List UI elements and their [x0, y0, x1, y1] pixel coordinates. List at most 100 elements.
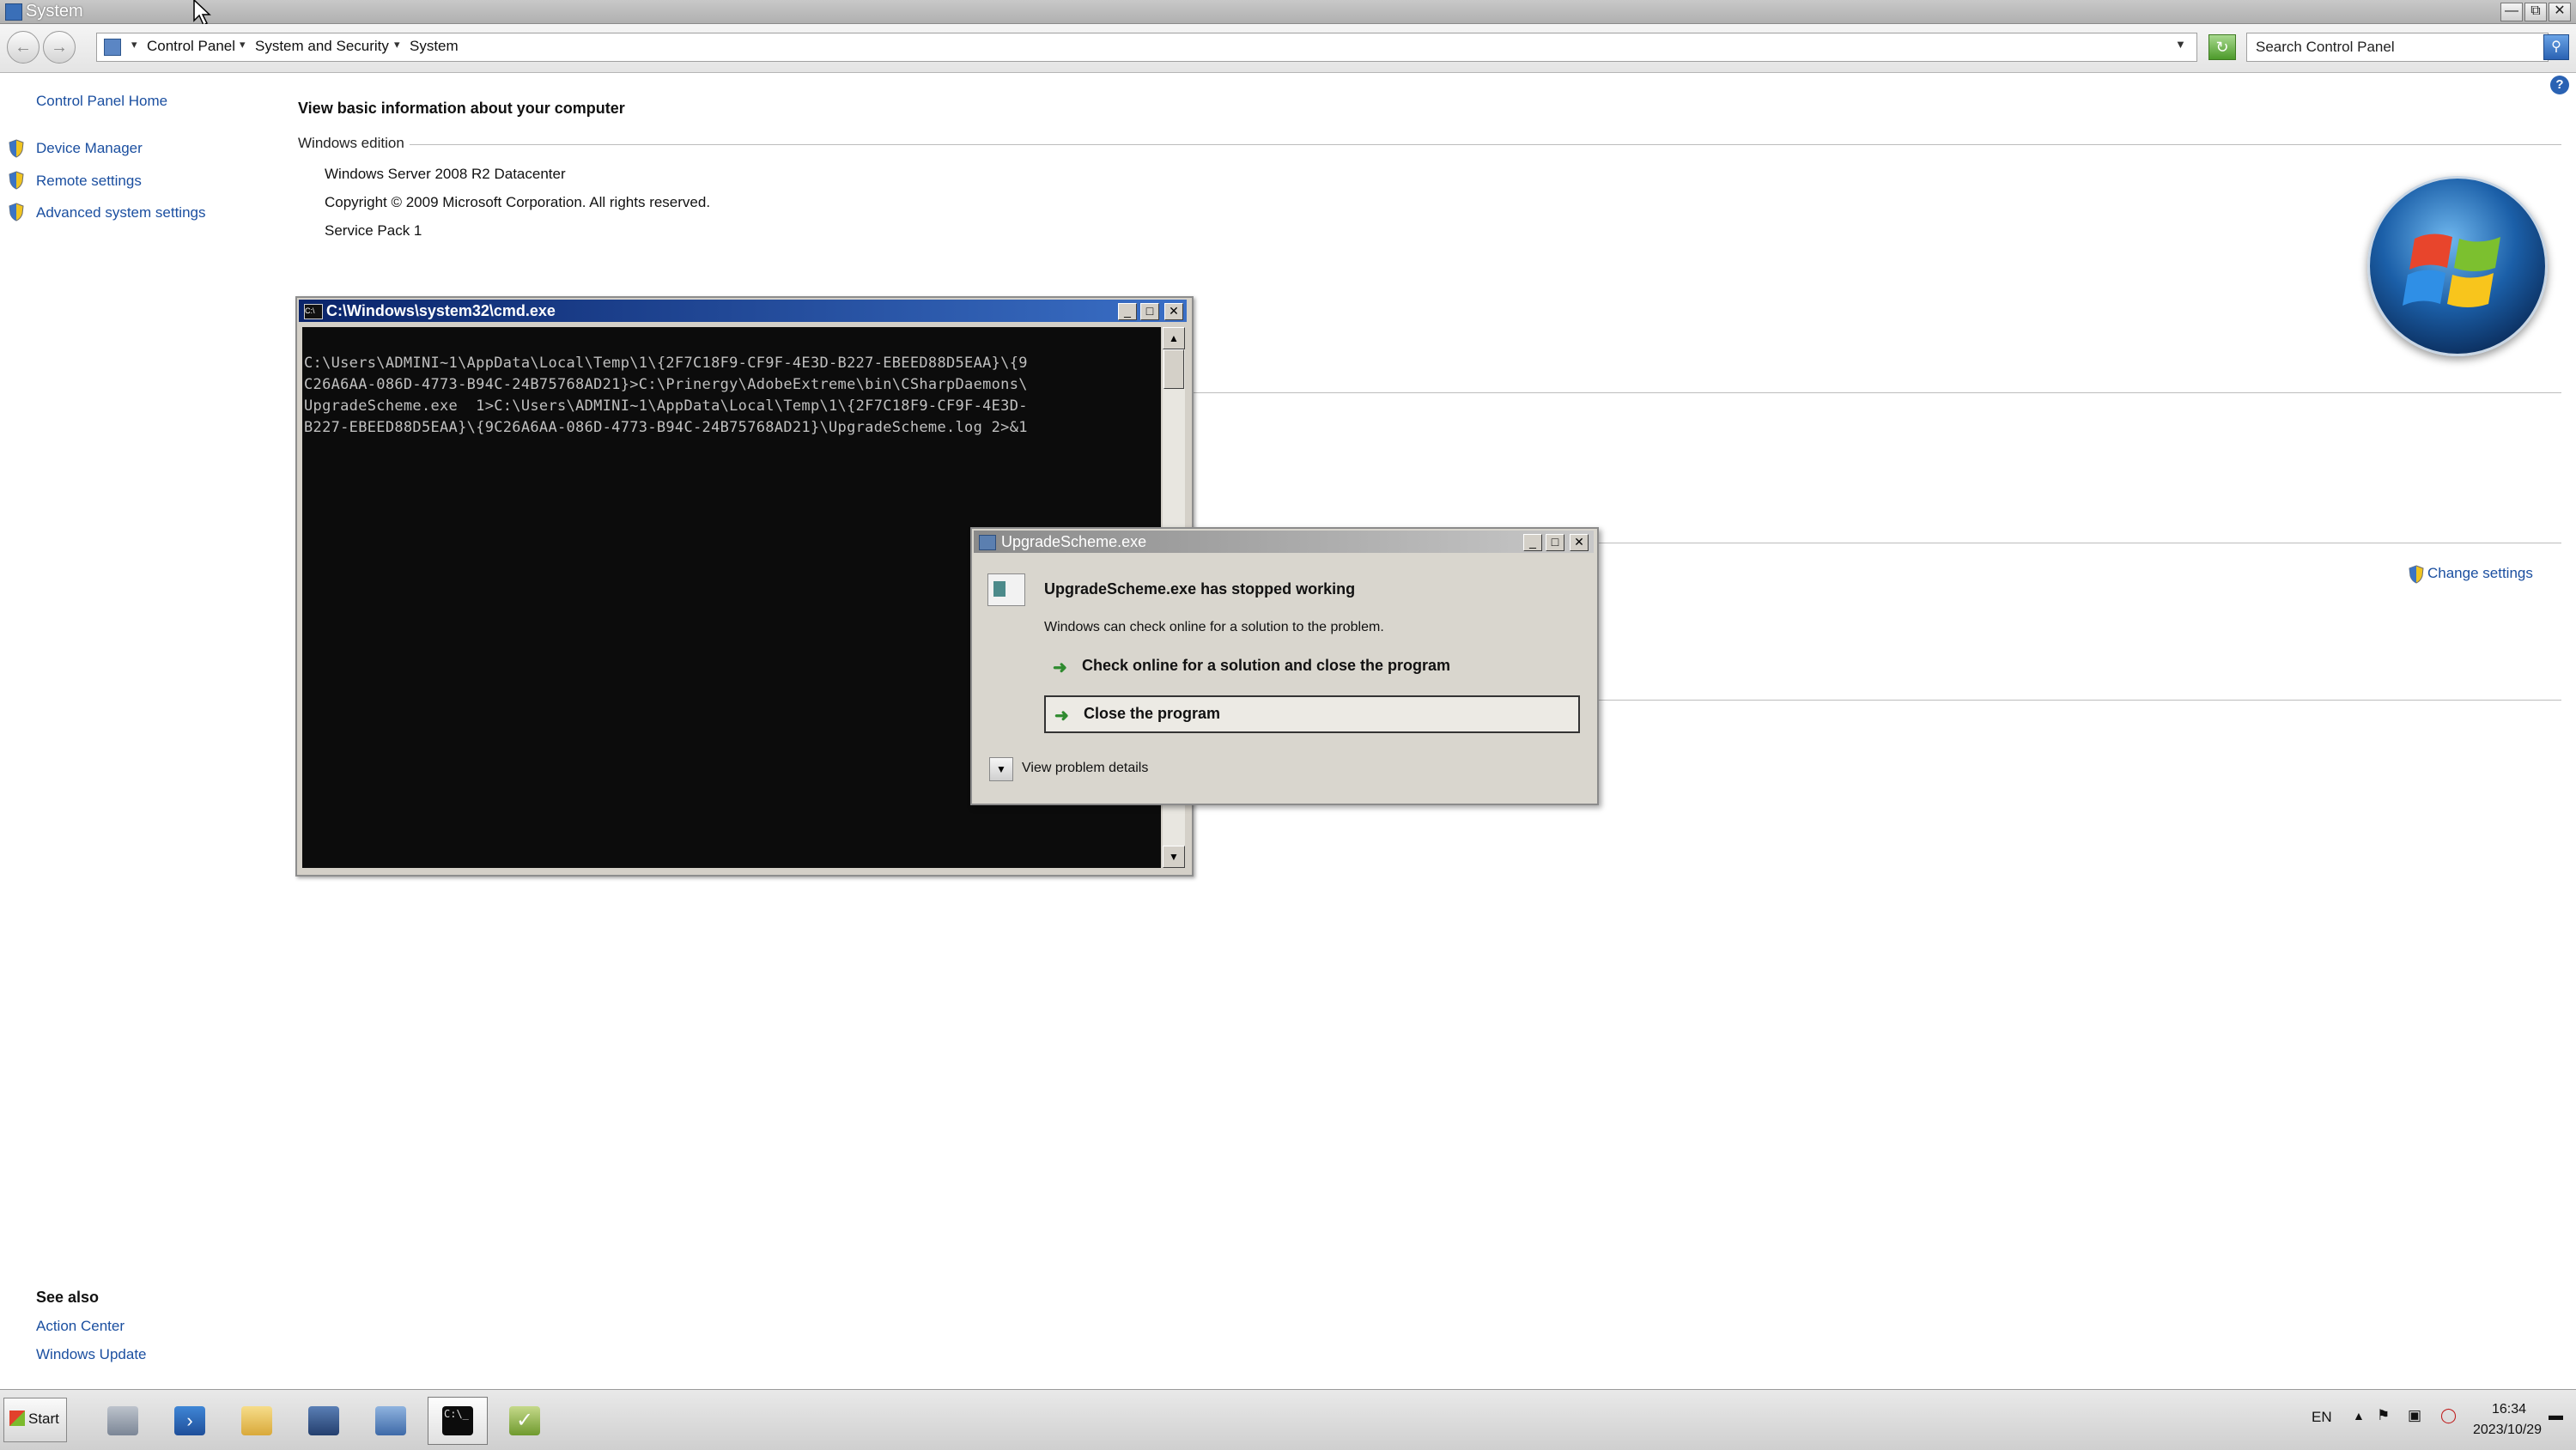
page-title: View basic information about your comput… [298, 100, 625, 117]
close-program-label: Close the program [1084, 705, 1221, 722]
setup-check-icon: ✓ [509, 1406, 540, 1435]
shield-icon [9, 203, 24, 221]
cmd-line: C:\Users\ADMINI~1\AppData\Local\Temp\1\{… [304, 355, 1028, 372]
taskbar-powershell[interactable]: › [160, 1397, 220, 1445]
forward-arrow-icon[interactable]: → [43, 31, 76, 64]
cmd-line: UpgradeScheme.exe 1>C:\Users\ADMINI~1\Ap… [304, 397, 1028, 415]
dialog-title: UpgradeScheme.exe [1001, 533, 1147, 550]
show-desktop-icon[interactable]: ▬ [2549, 1407, 2563, 1424]
network-icon[interactable]: ▣ [2408, 1407, 2421, 1424]
green-arrow-icon: ➜ [1053, 658, 1067, 677]
cmd-maximize-button[interactable]: □ [1140, 303, 1159, 320]
refresh-icon[interactable]: ↻ [2208, 34, 2236, 60]
taskbar-control-panel[interactable] [361, 1397, 421, 1445]
breadcrumb-control-panel[interactable]: Control Panel [147, 38, 235, 55]
powershell-icon: › [174, 1406, 205, 1435]
section-divider [298, 144, 2561, 145]
system-app-icon [5, 3, 22, 21]
language-indicator[interactable]: EN [2312, 1409, 2332, 1426]
windows-copyright: Copyright © 2009 Microsoft Corporation. … [325, 194, 711, 210]
taskbar-explorer[interactable] [227, 1397, 287, 1445]
cmd-line: B227-EBEED88D5EAA}\{9C26A6AA-086D-4773-B… [304, 419, 1028, 436]
expand-details-icon[interactable]: ▼ [989, 757, 1013, 781]
chevron-down-icon[interactable]: ▾ [240, 38, 246, 52]
window-title: System [26, 2, 83, 21]
control-panel-icon [104, 39, 121, 56]
search-icon[interactable]: ⚲ [2543, 34, 2569, 60]
dialog-titlebar[interactable]: UpgradeScheme.exe _ □ ✕ [974, 531, 1594, 553]
dialog-message: Windows can check online for a solution … [1044, 620, 1384, 634]
start-button[interactable]: Start [3, 1398, 67, 1442]
view-problem-details-link[interactable]: View problem details [1022, 761, 1148, 776]
address-bar[interactable]: ▾ Control Panel ▾ System and Security ▾ … [96, 33, 2197, 62]
windows-logo-icon [2367, 176, 2548, 356]
close-program-button[interactable]: ➜ Close the program [1044, 695, 1580, 733]
see-also-action-center[interactable]: Action Center [36, 1318, 125, 1335]
check-online-label: Check online for a solution and close th… [1082, 657, 1451, 674]
action-center-flag-icon[interactable]: ⚑ [2377, 1407, 2390, 1424]
show-hidden-icons-icon[interactable]: ▲ [2353, 1409, 2365, 1423]
windows-edition-name: Windows Server 2008 R2 Datacenter [325, 166, 566, 182]
restore-button[interactable]: ⧉ [2524, 3, 2547, 21]
address-toolbar: ← → ▾ Control Panel ▾ System and Securit… [0, 24, 2576, 73]
chevron-down-icon[interactable]: ▾ [131, 38, 137, 52]
dialog-heading: UpgradeScheme.exe has stopped working [1044, 580, 1356, 598]
section-divider [1185, 392, 2561, 393]
shield-icon [9, 171, 24, 190]
windows-service-pack: Service Pack 1 [325, 222, 422, 239]
clock-date[interactable]: 2023/10/29 [2473, 1423, 2542, 1438]
scroll-down-icon[interactable]: ▼ [1163, 846, 1185, 868]
cmd-line: C26A6AA-086D-4773-B94C-24B75768AD21}>C:\… [304, 376, 1028, 393]
address-dropdown-icon[interactable]: ▼ [2175, 38, 2186, 51]
dialog-minimize-button[interactable]: _ [1523, 534, 1542, 551]
shield-icon [9, 139, 24, 158]
taskbar-setup[interactable]: ✓ [495, 1397, 555, 1445]
sidebar-item-device-manager[interactable]: Device Manager [36, 140, 143, 157]
sidebar-control-panel-home[interactable]: Control Panel Home [36, 93, 167, 110]
cmd-close-button[interactable]: ✕ [1164, 303, 1183, 320]
shield-icon [2409, 565, 2424, 584]
minimize-button[interactable]: — [2500, 3, 2523, 21]
see-also-windows-update[interactable]: Windows Update [36, 1346, 147, 1363]
change-settings-label: Change settings [2427, 565, 2533, 581]
scroll-up-icon[interactable]: ▲ [1163, 327, 1185, 349]
sidebar-item-remote-settings[interactable]: Remote settings [36, 173, 142, 190]
cmd-title: C:\Windows\system32\cmd.exe [326, 302, 556, 319]
dialog-close-button[interactable]: ✕ [1570, 534, 1589, 551]
breadcrumb-system[interactable]: System [410, 38, 459, 55]
help-icon[interactable]: ? [2550, 76, 2569, 94]
taskbar-server-manager[interactable] [93, 1397, 153, 1445]
scroll-thumb[interactable] [1163, 349, 1184, 389]
program-error-icon [987, 573, 1025, 606]
app-icon [979, 535, 996, 550]
error-dialog[interactable]: UpgradeScheme.exe _ □ ✕ UpgradeScheme.ex… [970, 527, 1599, 805]
section-divider [1597, 700, 2561, 701]
taskbar-cmd[interactable]: C:\_ [428, 1397, 488, 1445]
clock-time[interactable]: 16:34 [2492, 1402, 2526, 1417]
control-panel-icon [375, 1406, 406, 1435]
sidebar-item-advanced-system-settings[interactable]: Advanced system settings [36, 204, 205, 221]
cmd-titlebar[interactable]: C:\ C:\Windows\system32\cmd.exe _ □ ✕ [299, 300, 1187, 322]
taskbar-install[interactable] [294, 1397, 354, 1445]
check-online-button[interactable]: ➜ Check online for a solution and close … [1044, 649, 1577, 683]
cmd-icon: C:\_ [442, 1406, 473, 1435]
cmd-minimize-button[interactable]: _ [1118, 303, 1137, 320]
search-input[interactable]: Search Control Panel [2246, 33, 2549, 62]
windows-flag-icon [9, 1411, 25, 1426]
dialog-maximize-button[interactable]: □ [1546, 534, 1564, 551]
see-also-heading: See also [36, 1289, 100, 1306]
taskbar: Start › C:\_ ✓ EN ▲ ⚑ ▣ ◯ 16:34 2023/10/… [0, 1389, 2576, 1450]
breadcrumb-system-and-security[interactable]: System and Security [255, 38, 389, 55]
window-titlebar[interactable]: System — ⧉ ✕ [0, 0, 2576, 24]
back-arrow-icon[interactable]: ← [7, 31, 39, 64]
install-icon [308, 1406, 339, 1435]
close-button[interactable]: ✕ [2549, 3, 2571, 21]
green-arrow-icon: ➜ [1054, 707, 1069, 725]
chevron-down-icon[interactable]: ▾ [394, 38, 400, 52]
server-manager-icon [107, 1406, 138, 1435]
volume-muted-icon[interactable]: ◯ [2440, 1407, 2457, 1424]
start-label: Start [28, 1411, 59, 1427]
cmd-icon: C:\ [304, 304, 323, 319]
explorer-folder-icon [241, 1406, 272, 1435]
search-placeholder: Search Control Panel [2256, 39, 2395, 55]
